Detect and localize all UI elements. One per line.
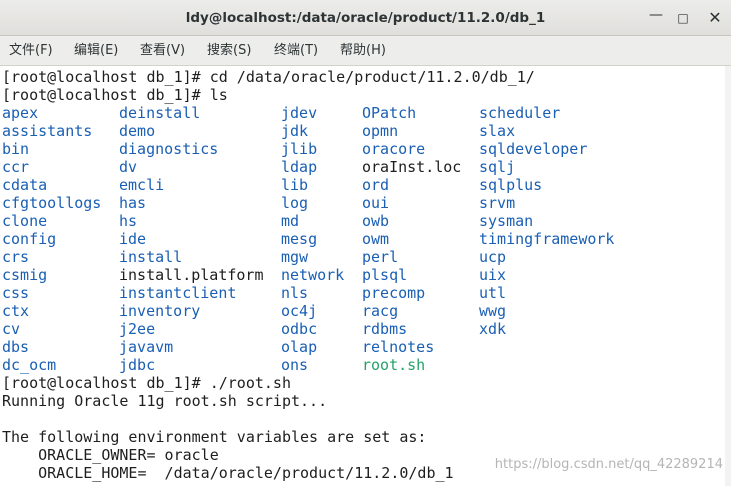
ls-entry-dir: timingframework xyxy=(479,230,615,248)
ls-entry-dir: olap xyxy=(281,338,318,356)
ls-entry-dir: mgw xyxy=(281,248,309,266)
ls-entry-dir: oc4j xyxy=(281,302,318,320)
output-line: Running Oracle 11g root.sh script... xyxy=(2,392,328,410)
ls-entry-dir: bin xyxy=(2,140,30,158)
ls-entry-file: install.platform xyxy=(119,266,264,284)
ls-entry-dir: dbs xyxy=(2,338,30,356)
ls-entry-dir: OPatch xyxy=(362,104,417,122)
ls-entry-dir: inventory xyxy=(119,302,201,320)
output-line: ORACLE_HOME= /data/oracle/product/11.2.0… xyxy=(2,464,454,482)
ls-entry-dir: css xyxy=(2,284,30,302)
ls-entry-dir: lib xyxy=(281,176,309,194)
terminal-scrollbar[interactable] xyxy=(725,66,731,486)
ls-entry-dir: uix xyxy=(479,266,507,284)
ls-entry-dir: dv xyxy=(119,158,138,176)
ls-entry-dir: odbc xyxy=(281,320,318,338)
ls-entry-dir: cdata xyxy=(2,176,48,194)
close-icon[interactable]: ✕ xyxy=(705,8,725,28)
ls-entry-dir: instantclient xyxy=(119,284,237,302)
ls-entry-dir: jdbc xyxy=(119,356,156,374)
output-line: ORACLE_OWNER= oracle xyxy=(2,446,219,464)
ls-entry-dir: md xyxy=(281,212,300,230)
command-line-ls: [root@localhost db_1]# ls xyxy=(2,86,228,104)
ls-entry-dir: mesg xyxy=(281,230,318,248)
ls-entry-dir: ldap xyxy=(281,158,318,176)
ls-entry-dir: demo xyxy=(119,122,156,140)
watermark: https://blog.csdn.net/qq_42289214 xyxy=(494,457,723,472)
ls-entry-dir: cv xyxy=(2,320,21,338)
ls-entry-dir: sqlj xyxy=(479,158,516,176)
ls-entry-dir: ord xyxy=(362,176,390,194)
ls-entry-file: oraInst.loc xyxy=(362,158,462,176)
ls-entry-dir: log xyxy=(281,194,309,212)
ls-entry-exec: root.sh xyxy=(362,356,426,374)
ls-entry-dir: ctx xyxy=(2,302,30,320)
ls-entry-dir: install xyxy=(119,248,183,266)
ls-entry-dir: clone xyxy=(2,212,48,230)
ls-entry-dir: xdk xyxy=(479,320,507,338)
menu-file[interactable]: 文件(F) xyxy=(9,36,53,66)
ls-entry-dir: opmn xyxy=(362,122,399,140)
ls-entry-dir: racg xyxy=(362,302,399,320)
terminal-output[interactable]: [root@localhost db_1]# cd /data/oracle/p… xyxy=(0,66,731,486)
menu-edit[interactable]: 编辑(E) xyxy=(74,36,118,66)
ls-entry-dir: utl xyxy=(479,284,507,302)
window-title: ldy@localhost:/data/oracle/product/11.2.… xyxy=(185,10,546,26)
ls-entry-dir: emcli xyxy=(119,176,165,194)
ls-entry-dir: owb xyxy=(362,212,390,230)
command-line-cd: [root@localhost db_1]# cd /data/oracle/p… xyxy=(2,68,535,86)
title-bar[interactable]: ldy@localhost:/data/oracle/product/11.2.… xyxy=(0,0,731,36)
menu-view[interactable]: 查看(V) xyxy=(140,36,185,66)
ls-entry-dir: rdbms xyxy=(362,320,408,338)
ls-entry-dir: wwg xyxy=(479,302,507,320)
ls-entry-dir: sysman xyxy=(479,212,534,230)
ls-entry-dir: deinstall xyxy=(119,104,201,122)
ls-entry-dir: dc_ocm xyxy=(2,356,57,374)
ls-entry-dir: jdk xyxy=(281,122,309,140)
ls-entry-dir: j2ee xyxy=(119,320,156,338)
ls-entry-dir: owm xyxy=(362,230,390,248)
ls-entry-dir: slax xyxy=(479,122,516,140)
output-line: The following environment variables are … xyxy=(2,428,427,446)
ls-entry-dir: config xyxy=(2,230,57,248)
terminal-window: ldy@localhost:/data/oracle/product/11.2.… xyxy=(0,0,731,486)
ls-entry-dir: perl xyxy=(362,248,399,266)
command-line-root-sh: [root@localhost db_1]# ./root.sh xyxy=(2,374,291,392)
ls-entry-dir: jlib xyxy=(281,140,318,158)
ls-entry-dir: srvm xyxy=(479,194,516,212)
ls-entry-dir: relnotes xyxy=(362,338,435,356)
ls-entry-dir: plsql xyxy=(362,266,408,284)
ls-entry-dir: oui xyxy=(362,194,390,212)
ls-entry-dir: hs xyxy=(119,212,138,230)
ls-entry-dir: jdev xyxy=(281,104,318,122)
menu-bar: 文件(F) 编辑(E) 查看(V) 搜索(S) 终端(T) 帮助(H) xyxy=(0,36,731,66)
ls-entry-dir: ons xyxy=(281,356,309,374)
menu-terminal[interactable]: 终端(T) xyxy=(274,36,318,66)
ls-entry-dir: scheduler xyxy=(479,104,561,122)
ls-entry-dir: assistants xyxy=(2,122,93,140)
ls-entry-dir: has xyxy=(119,194,147,212)
ls-entry-dir: diagnostics xyxy=(119,140,219,158)
ls-entry-dir: cfgtoollogs xyxy=(2,194,102,212)
ls-entry-dir: javavm xyxy=(119,338,174,356)
ls-entry-dir: apex xyxy=(2,104,39,122)
ls-entry-dir: oracore xyxy=(362,140,426,158)
menu-help[interactable]: 帮助(H) xyxy=(340,36,386,66)
minimize-icon[interactable]: — xyxy=(646,8,666,28)
ls-entry-dir: sqlplus xyxy=(479,176,543,194)
maximize-icon[interactable]: □ xyxy=(673,8,693,28)
ls-entry-dir: ide xyxy=(119,230,147,248)
ls-entry-dir: ccr xyxy=(2,158,30,176)
ls-entry-dir: csmig xyxy=(2,266,48,284)
ls-entry-dir: network xyxy=(281,266,345,284)
ls-entry-dir: crs xyxy=(2,248,30,266)
ls-entry-dir: ucp xyxy=(479,248,507,266)
ls-entry-dir: precomp xyxy=(362,284,426,302)
ls-entry-dir: sqldeveloper xyxy=(479,140,588,158)
menu-search[interactable]: 搜索(S) xyxy=(207,36,251,66)
ls-entry-dir: nls xyxy=(281,284,309,302)
